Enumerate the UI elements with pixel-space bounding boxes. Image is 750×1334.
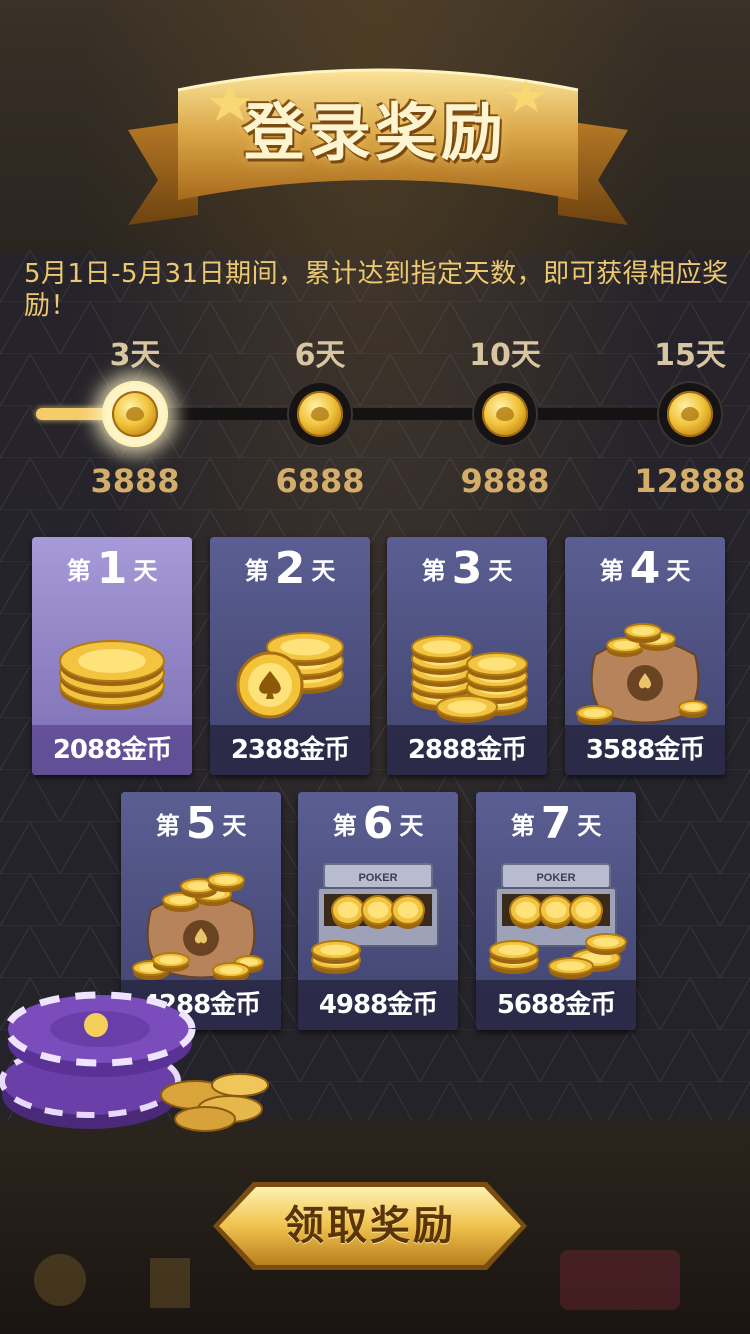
card-day-suffix: 天 xyxy=(666,557,691,585)
card-day-number: 6 xyxy=(362,798,394,849)
card-day-suffix: 天 xyxy=(577,812,602,840)
card-day-number: 1 xyxy=(96,543,128,594)
card-day-title: 第5天 xyxy=(121,798,281,849)
spade-coin-icon xyxy=(297,391,343,437)
milestone-amount-label: 12888 xyxy=(634,462,746,500)
poker-case-icon: POKER xyxy=(311,863,439,974)
day-reward-card[interactable]: 第7天 POKER 5688金币 xyxy=(476,792,636,1030)
milestone-day-label: 15天 xyxy=(654,338,726,373)
card-day-suffix: 天 xyxy=(399,812,424,840)
card-day-suffix: 天 xyxy=(488,557,513,585)
coins-pile-icon xyxy=(236,632,344,719)
coin-bag-icon xyxy=(576,623,708,725)
card-day-title: 第4天 xyxy=(565,543,725,594)
card-day-title: 第3天 xyxy=(387,543,547,594)
day-reward-card[interactable]: 第4天 3588金币 xyxy=(565,537,725,775)
card-day-suffix: 天 xyxy=(222,812,247,840)
card-day-suffix: 天 xyxy=(311,557,336,585)
spade-coin-icon xyxy=(112,391,158,437)
page-title: 登录奖励 xyxy=(242,96,507,169)
milestone-day-label: 6天 xyxy=(294,338,346,373)
claim-reward-button[interactable]: 领取奖励 xyxy=(213,1180,527,1272)
card-day-prefix: 第 xyxy=(155,812,180,840)
milestone-node xyxy=(102,381,168,447)
card-reward-amount: 2388金币 xyxy=(210,725,370,775)
card-day-prefix: 第 xyxy=(421,557,446,585)
card-day-number: 4 xyxy=(629,543,661,594)
milestone-day-label: 3天 xyxy=(109,338,161,373)
card-day-prefix: 第 xyxy=(599,557,624,585)
login-reward-panel: 登录奖励 5月1日-5月31日期间，累计达到指定天数，即可获得相应奖励！ 第1天… xyxy=(0,0,750,1334)
card-reward-amount: 2088金币 xyxy=(32,725,192,775)
card-day-prefix: 第 xyxy=(244,557,269,585)
card-day-suffix: 天 xyxy=(133,557,158,585)
milestone-amount-label: 6888 xyxy=(275,462,365,500)
poker-case-full-icon: POKER xyxy=(489,863,627,979)
event-description: 5月1日-5月31日期间，累计达到指定天数，即可获得相应奖励！ xyxy=(24,259,729,321)
milestone-node xyxy=(472,381,538,447)
day-reward-card[interactable]: 第1天 2088金币 xyxy=(32,537,192,775)
card-day-number: 2 xyxy=(274,543,306,594)
milestone-amount-label: 3888 xyxy=(90,462,180,500)
card-day-prefix: 第 xyxy=(66,557,91,585)
spade-coin-icon xyxy=(667,391,713,437)
card-reward-amount: 2888金币 xyxy=(387,725,547,775)
coin-stacks-icon xyxy=(411,635,528,723)
milestone-node xyxy=(287,381,353,447)
claim-reward-label: 领取奖励 xyxy=(284,1203,456,1249)
milestone-day-label: 10天 xyxy=(469,338,541,373)
card-day-title: 第1天 xyxy=(32,543,192,594)
card-day-number: 3 xyxy=(451,543,483,594)
coin-bag-full-icon xyxy=(132,872,264,982)
card-day-title: 第6天 xyxy=(298,798,458,849)
day-reward-card[interactable]: 第3天 2888金币 xyxy=(387,537,547,775)
card-reward-amount: 4988金币 xyxy=(298,980,458,1030)
card-day-title: 第7天 xyxy=(476,798,636,849)
milestone-amount-label: 9888 xyxy=(460,462,550,500)
card-reward-amount: 5688金币 xyxy=(476,980,636,1030)
svg-text:POKER: POKER xyxy=(358,872,397,884)
svg-text:POKER: POKER xyxy=(536,872,575,884)
card-day-prefix: 第 xyxy=(510,812,535,840)
coins-stack-icon xyxy=(59,640,165,710)
day-reward-card[interactable]: 第2天 2388金币 xyxy=(210,537,370,775)
spade-coin-icon xyxy=(482,391,528,437)
card-reward-amount: 3588金币 xyxy=(565,725,725,775)
card-day-prefix: 第 xyxy=(332,812,357,840)
card-day-title: 第2天 xyxy=(210,543,370,594)
day-reward-card[interactable]: 第6天 POKER 4988金币 xyxy=(298,792,458,1030)
card-day-number: 7 xyxy=(540,798,572,849)
milestone-node xyxy=(657,381,723,447)
poker-chips-decoration xyxy=(0,991,269,1132)
card-day-number: 5 xyxy=(185,798,217,849)
